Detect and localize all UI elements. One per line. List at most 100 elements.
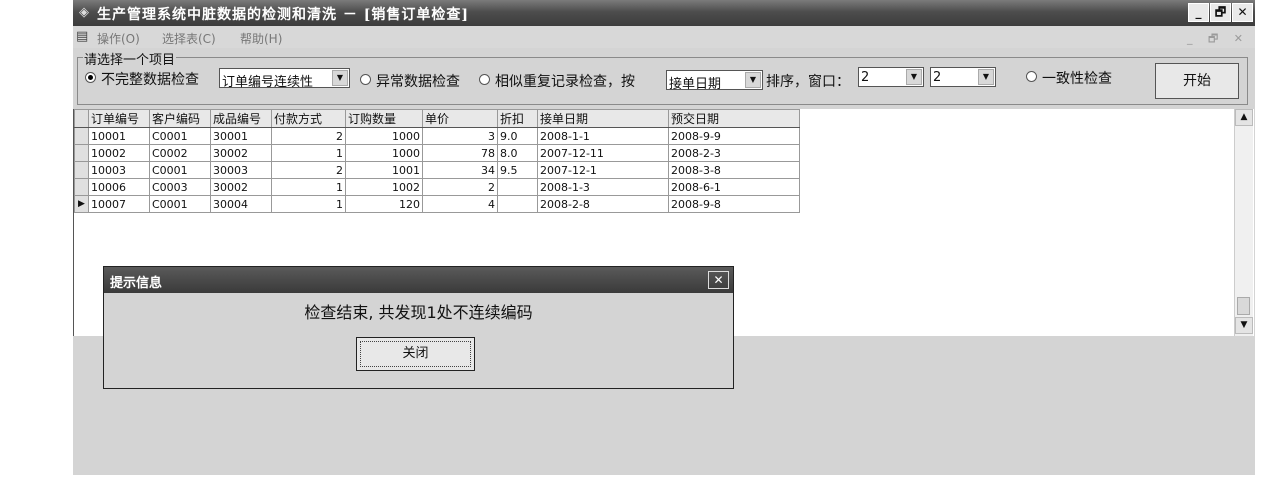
table-cell[interactable]: 1002 [345,178,423,196]
grid-header-row: 订单编号 客户编码 成品编号 付款方式 订购数量 单价 折扣 接单日期 预交日期 [74,109,800,128]
close-button[interactable]: ✕ [1232,3,1253,22]
dialog-close-button[interactable]: 关闭 [356,337,475,371]
table-cell[interactable]: 10001 [88,127,150,145]
table-cell[interactable]: 1000 [345,127,423,145]
table-cell[interactable]: 2008-1-3 [537,178,669,196]
table-cell[interactable]: C0001 [149,127,211,145]
column-header[interactable]: 折扣 [497,109,538,128]
row-selector[interactable] [74,178,89,196]
table-cell[interactable]: 1 [271,144,346,162]
incomplete-label: 不完整数据检查 [101,72,199,88]
column-header[interactable]: 接单日期 [537,109,669,128]
table-cell[interactable]: 2007-12-1 [537,161,669,179]
document-icon: ▤ [76,29,89,44]
column-header[interactable]: 成品编号 [210,109,272,128]
table-cell[interactable]: 30004 [210,195,272,213]
table-cell[interactable]: 120 [345,195,423,213]
menu-operate[interactable]: 操作(O) [97,30,140,47]
table-cell[interactable]: 2008-2-8 [537,195,669,213]
table-cell[interactable]: 9.5 [497,161,538,179]
table-cell[interactable]: 10003 [88,161,150,179]
table-cell[interactable]: C0003 [149,178,211,196]
table-cell[interactable]: 1001 [345,161,423,179]
table-row[interactable]: 10002 C0002 30002 1 1000 78 8.0 2007-12-… [74,144,800,162]
app-icon: ◈ [79,5,89,20]
table-cell[interactable]: 3 [422,127,498,145]
table-cell[interactable]: 2008-9-9 [668,127,800,145]
table-cell[interactable]: 10002 [88,144,150,162]
radio-abnormal[interactable] [360,74,371,85]
row-selector[interactable] [74,127,89,145]
scroll-thumb[interactable] [1237,297,1250,315]
table-row[interactable]: 10001 C0001 30001 2 1000 3 9.0 2008-1-1 … [74,127,800,145]
dialog-title: 提示信息 [110,276,163,291]
chevron-down-icon[interactable]: ▼ [745,72,761,88]
chevron-down-icon[interactable]: ▼ [978,69,994,85]
table-cell[interactable]: 2 [422,178,498,196]
menu-select-table[interactable]: 选择表(C) [162,30,216,47]
mdi-window-controls[interactable]: _ 🗗 ✕ [1187,30,1249,49]
column-header[interactable]: 订购数量 [345,109,423,128]
table-row[interactable]: 10006 C0003 30002 1 1002 2 2008-1-3 2008… [74,178,800,196]
column-header[interactable]: 单价 [422,109,498,128]
table-cell[interactable] [497,178,538,196]
row-selector[interactable] [74,144,89,162]
table-cell[interactable]: 30003 [210,161,272,179]
current-row-indicator[interactable]: ▶ [74,195,89,213]
menu-help[interactable]: 帮助(H) [240,30,282,47]
radio-consistency[interactable] [1026,71,1037,82]
table-cell[interactable]: 2 [271,161,346,179]
radio-incomplete[interactable] [85,72,96,83]
table-row[interactable]: 10003 C0001 30003 2 1001 34 9.5 2007-12-… [74,161,800,179]
column-header[interactable]: 客户编码 [149,109,211,128]
table-cell[interactable]: 10007 [88,195,150,213]
table-cell[interactable]: C0002 [149,144,211,162]
dialog-title-bar[interactable]: 提示信息 ✕ [104,267,733,293]
consistency-label: 一致性检查 [1042,71,1112,87]
sort-field-select[interactable]: 接单日期 ▼ [666,70,763,92]
table-cell[interactable]: 2008-9-8 [668,195,800,213]
table-cell[interactable]: 10006 [88,178,150,196]
table-cell[interactable]: 2008-1-1 [537,127,669,145]
table-cell[interactable]: 2008-3-8 [668,161,800,179]
table-cell[interactable]: 2 [271,127,346,145]
table-cell[interactable]: 30001 [210,127,272,145]
close-icon[interactable]: ✕ [708,271,729,289]
table-cell[interactable]: 2008-2-3 [668,144,800,162]
start-button[interactable]: 开始 [1155,63,1239,99]
chevron-down-icon[interactable]: ▼ [906,69,922,85]
table-cell[interactable]: 30002 [210,178,272,196]
table-cell[interactable]: C0001 [149,195,211,213]
table-cell[interactable]: 9.0 [497,127,538,145]
table-cell[interactable]: C0001 [149,161,211,179]
table-cell[interactable]: 8.0 [497,144,538,162]
window-title: 生产管理系统中脏数据的检测和清洗 － [销售订单检查] [97,7,469,23]
check-field-select[interactable]: 订单编号连续性 ▼ [219,68,350,90]
window-size-select-1[interactable]: 2 ▼ [858,67,924,87]
table-cell[interactable]: 1000 [345,144,423,162]
row-selector-header[interactable] [74,109,89,128]
table-cell[interactable]: 2008-6-1 [668,178,800,196]
scroll-up-icon[interactable]: ▲ [1235,109,1253,126]
table-row-current[interactable]: ▶ 10007 C0001 30004 1 120 4 2008-2-8 200… [74,195,800,213]
column-header[interactable]: 预交日期 [668,109,800,128]
radio-similar[interactable] [479,74,490,85]
table-cell[interactable]: 34 [422,161,498,179]
title-bar[interactable]: ◈ 生产管理系统中脏数据的检测和清洗 － [销售订单检查] _ 🗗 ✕ [73,0,1255,26]
table-cell[interactable]: 30002 [210,144,272,162]
column-header[interactable]: 订单编号 [88,109,150,128]
vertical-scrollbar[interactable]: ▲ ▼ [1234,109,1253,336]
restore-button[interactable]: 🗗 [1210,3,1231,22]
window-size-select-2[interactable]: 2 ▼ [930,67,996,87]
scroll-down-icon[interactable]: ▼ [1235,317,1253,334]
table-cell[interactable]: 1 [271,178,346,196]
column-header[interactable]: 付款方式 [271,109,346,128]
table-cell[interactable]: 1 [271,195,346,213]
table-cell[interactable]: 2007-12-11 [537,144,669,162]
chevron-down-icon[interactable]: ▼ [332,70,348,86]
minimize-button[interactable]: _ [1188,3,1209,22]
table-cell[interactable]: 78 [422,144,498,162]
row-selector[interactable] [74,161,89,179]
table-cell[interactable] [497,195,538,213]
table-cell[interactable]: 4 [422,195,498,213]
